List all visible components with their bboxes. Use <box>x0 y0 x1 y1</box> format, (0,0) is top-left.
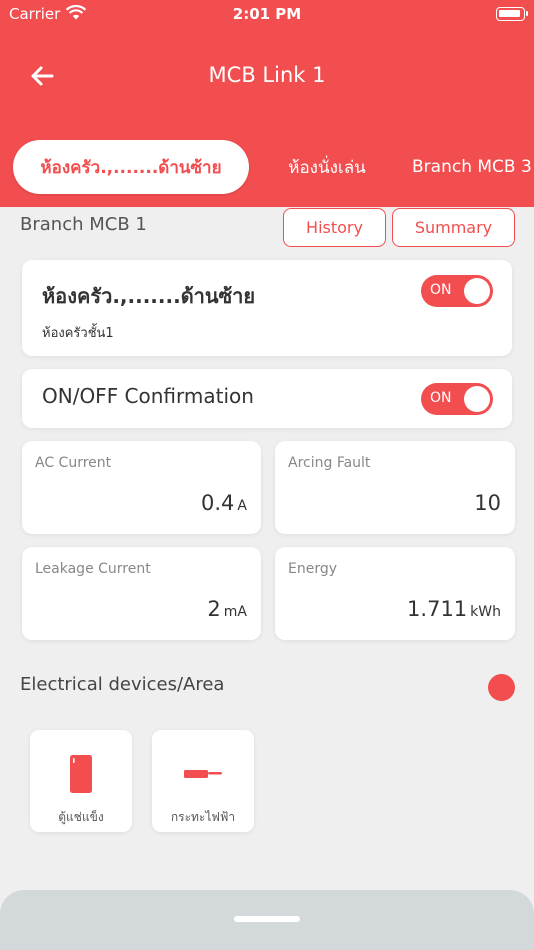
toggle-state-label: ON <box>430 282 452 298</box>
value-unit: kWh <box>470 604 501 620</box>
metric-value: 0.4 A <box>201 491 247 515</box>
metric-value: 2 mA <box>207 597 247 621</box>
room-subtitle: ห้องครัวชั้น1 <box>42 326 114 341</box>
status-bar: Carrier 2:01 PM <box>0 0 534 30</box>
summary-button[interactable]: Summary <box>392 208 515 247</box>
bottom-sheet[interactable] <box>0 890 534 950</box>
metric-label: Energy <box>288 561 338 577</box>
room-card: ห้องครัว.,.......ด้านซ้าย ห้องครัวชั้น1 … <box>22 260 512 356</box>
status-indicator <box>488 674 515 701</box>
confirmation-toggle[interactable]: ON <box>421 383 493 415</box>
metric-value: 1.711 kWh <box>407 597 501 621</box>
value-number: 2 <box>207 597 221 621</box>
branch-label: Branch MCB 1 <box>20 214 147 235</box>
ac-current-card: AC Current 0.4 A <box>22 441 261 534</box>
devices-section-title: Electrical devices/Area <box>20 674 225 695</box>
home-indicator <box>234 916 300 922</box>
device-label: ตู้แช่แข็ง <box>58 810 104 824</box>
value-unit: A <box>237 498 247 514</box>
room-power-toggle[interactable]: ON <box>421 275 493 307</box>
device-refrigerator[interactable]: ตู้แช่แข็ง <box>30 730 132 832</box>
app-header: Carrier 2:01 PM MCB Link 1 ห้องครัว.,...… <box>0 0 534 207</box>
device-label: กระทะไฟฟ้า <box>170 810 236 824</box>
value-number: 10 <box>474 491 501 515</box>
branch-tabs: ห้องครัว.,.......ด้านซ้าย ห้องนั่งเล่น B… <box>0 140 534 196</box>
room-name: ห้องครัว.,.......ด้านซ้าย <box>42 284 256 308</box>
value-unit: mA <box>223 604 247 620</box>
confirmation-label: ON/OFF Confirmation <box>42 384 254 408</box>
refrigerator-icon <box>30 754 132 794</box>
metric-label: Arcing Fault <box>288 455 371 471</box>
leakage-current-card: Leakage Current 2 mA <box>22 547 261 640</box>
history-button[interactable]: History <box>283 208 386 247</box>
tab-living-room[interactable]: ห้องนั่งเล่น <box>268 140 386 194</box>
toggle-knob <box>464 278 490 304</box>
value-number: 1.711 <box>407 597 468 621</box>
status-time: 2:01 PM <box>232 5 302 23</box>
toggle-knob <box>464 386 490 412</box>
device-electric-pan[interactable]: กระทะไฟฟ้า <box>152 730 254 832</box>
confirmation-card: ON/OFF Confirmation ON <box>22 369 512 428</box>
metric-value: 10 <box>474 491 501 515</box>
tab-kitchen-left[interactable]: ห้องครัว.,.......ด้านซ้าย <box>13 140 249 194</box>
electric-pan-icon <box>152 754 254 794</box>
metric-label: AC Current <box>35 455 112 471</box>
metric-label: Leakage Current <box>35 561 151 577</box>
page-title: MCB Link 1 <box>208 63 326 87</box>
value-number: 0.4 <box>201 491 235 515</box>
battery-icon <box>496 7 528 21</box>
arcing-fault-card: Arcing Fault 10 <box>275 441 515 534</box>
toggle-state-label: ON <box>430 390 452 406</box>
tab-branch-mcb-3[interactable]: Branch MCB 3 <box>402 140 534 194</box>
energy-card: Energy 1.711 kWh <box>275 547 515 640</box>
